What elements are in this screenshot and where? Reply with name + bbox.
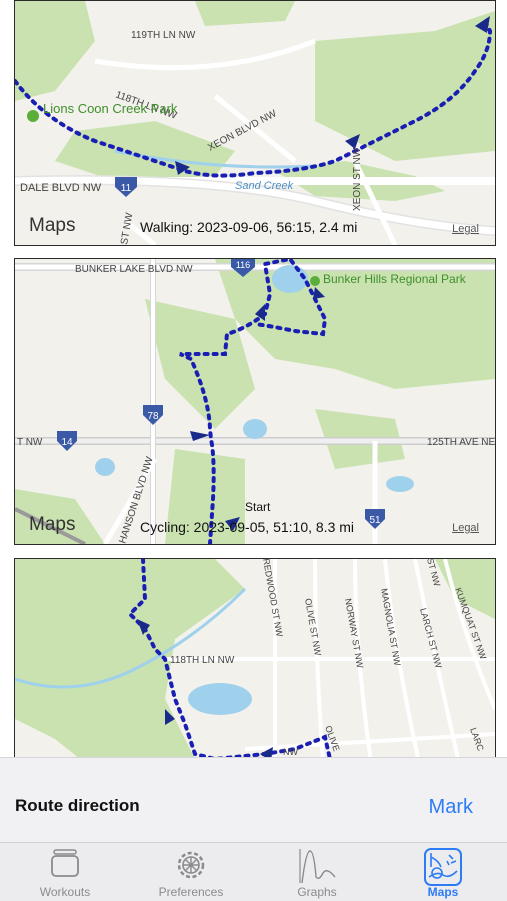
legal-link[interactable]: Legal [452, 522, 479, 534]
street-label: NW [283, 747, 298, 757]
street-label: DALE BLVD NW [20, 182, 102, 194]
workout-map-cycling[interactable]: BUNKER LAKE BLVD NW 125TH AVE NE HANSON … [14, 258, 496, 545]
svg-text:116: 116 [236, 260, 250, 270]
tab-label: Maps [427, 885, 459, 899]
workout-caption: Walking: 2023-09-06, 56:15, 2.4 mi [140, 219, 358, 235]
apple-maps-logo: Maps [29, 215, 76, 236]
legal-link[interactable]: Legal [452, 223, 479, 235]
svg-text:14: 14 [61, 437, 73, 448]
workout-map-third[interactable]: 118TH LN NW REDWOOD ST NW OLIVE ST NW NO… [14, 558, 496, 790]
map-walking-canvas: 119TH LN NW 118TH LN NW XEON BLVD NW DAL… [15, 1, 495, 245]
street-label: 119TH LN NW [131, 30, 196, 41]
svg-text:51: 51 [369, 515, 381, 526]
tab-label: Workouts [39, 885, 91, 899]
tab-workouts[interactable]: Workouts [10, 843, 120, 901]
street-label: 118TH LN NW [170, 655, 235, 666]
workouts-icon [51, 849, 79, 877]
start-label: Start [245, 500, 271, 514]
creek-label: Sand Creek [235, 180, 294, 192]
workout-map-walking[interactable]: 119TH LN NW 118TH LN NW XEON BLVD NW DAL… [14, 0, 496, 246]
mark-button[interactable]: Mark [429, 796, 473, 819]
map-third-canvas: 118TH LN NW REDWOOD ST NW OLIVE ST NW NO… [15, 559, 495, 789]
tab-label: Graphs [297, 885, 337, 899]
tab-maps[interactable]: Maps [388, 843, 498, 901]
street-label: 125TH AVE NE [427, 437, 495, 448]
app-screen: 119TH LN NW 118TH LN NW XEON BLVD NW DAL… [0, 0, 507, 901]
graph-icon [299, 849, 336, 884]
park-label: Lions Coon Creek Park [43, 101, 178, 116]
tab-bar: Workouts Preferences Graphs Maps [0, 842, 507, 901]
workout-caption: Cycling: 2023-09-05, 51:10, 8.3 mi [140, 519, 355, 535]
svg-text:78: 78 [147, 411, 159, 422]
map-cycling-canvas: BUNKER LAKE BLVD NW 125TH AVE NE HANSON … [15, 259, 495, 544]
gear-icon [177, 851, 205, 879]
svg-text:11: 11 [121, 183, 132, 194]
street-label: T NW [17, 437, 43, 448]
sheet-title: Route direction [15, 796, 140, 815]
street-label: BUNKER LAKE BLVD NW [75, 264, 193, 275]
map-icon [424, 848, 462, 886]
tab-label: Preferences [158, 885, 224, 899]
apple-maps-logo: Maps [29, 514, 76, 535]
park-label: Bunker Hills Regional Park [323, 272, 467, 286]
tab-preferences[interactable]: Preferences [136, 843, 246, 901]
street-label: XEON ST NW [352, 147, 363, 211]
tab-graphs[interactable]: Graphs [262, 843, 372, 901]
